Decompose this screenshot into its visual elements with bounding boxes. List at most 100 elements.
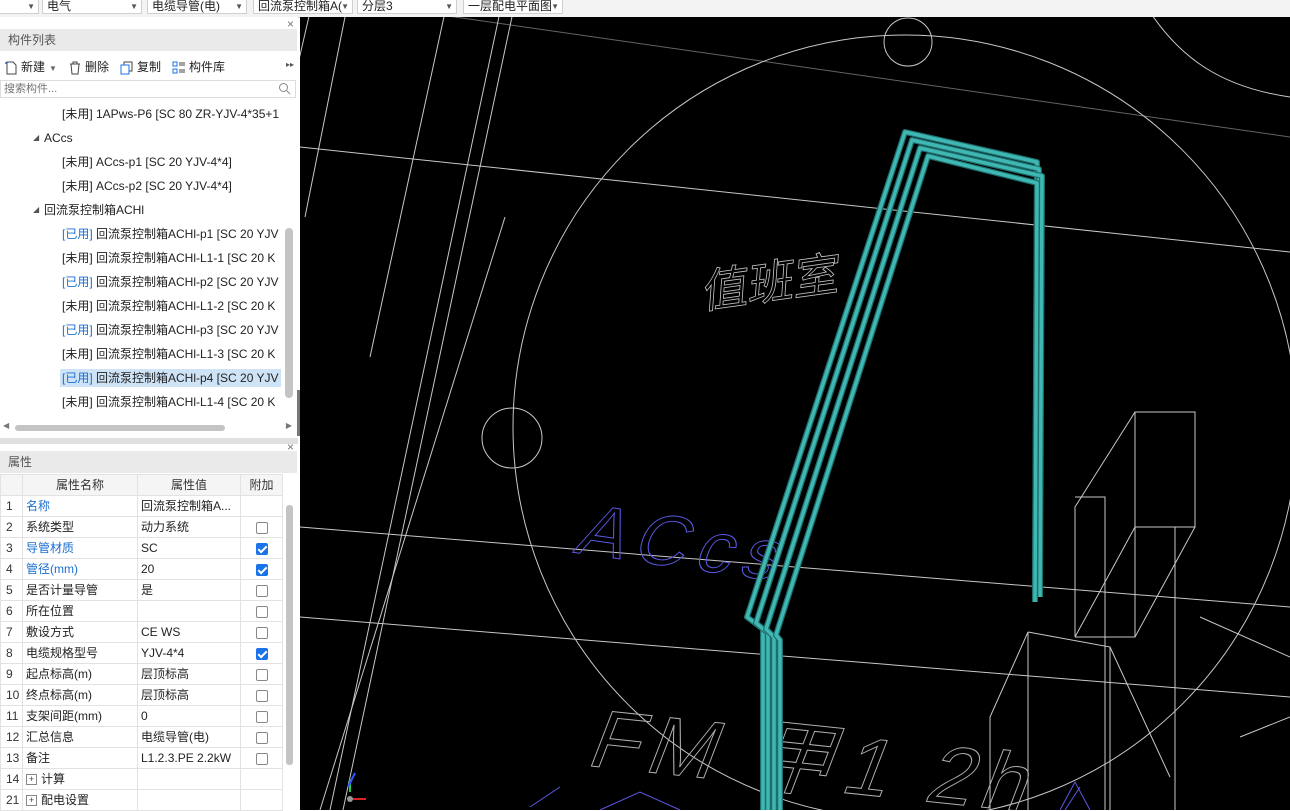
tree-item-selected[interactable]: [已用] 回流泵控制箱ACHl-p4 [SC 20 YJV	[0, 366, 284, 390]
dropdown-layer[interactable]: 分层3 ▼	[357, 0, 457, 14]
tree-item[interactable]: [未用] ACcs-p1 [SC 20 YJV-4*4]	[0, 150, 284, 174]
tree-item[interactable]: [已用] 回流泵控制箱ACHl-p1 [SC 20 YJV	[0, 222, 284, 246]
dropdown-component[interactable]: 回流泵控制箱A(▼	[253, 0, 353, 14]
tree-item[interactable]: [未用] ACcs-p2 [SC 20 YJV-4*4]	[0, 174, 284, 198]
property-value[interactable]: 层顶标高	[137, 684, 241, 706]
search-input[interactable]	[1, 81, 277, 97]
table-row[interactable]: 1 名称 回流泵控制箱A...	[0, 495, 283, 517]
dropdown-component-type[interactable]: 电缆导管(电) ▼	[147, 0, 247, 14]
chevron-down-icon[interactable]: ▼	[49, 64, 57, 73]
table-row[interactable]: 7 敷设方式 CE WS	[0, 621, 283, 643]
delete-button[interactable]: 删除	[68, 58, 109, 76]
tree-group-accs[interactable]: ◢ ACcs	[0, 126, 284, 150]
attach-checkbox[interactable]	[255, 752, 268, 765]
table-row[interactable]: 11 支架间距(mm) 0	[0, 705, 283, 727]
table-row[interactable]: 6 所在位置	[0, 600, 283, 622]
property-value[interactable]: 动力系统	[137, 516, 241, 538]
property-value[interactable]: 电缆导管(电)	[137, 726, 241, 748]
row-number: 11	[0, 705, 23, 727]
row-number: 5	[0, 579, 23, 601]
drawing-canvas[interactable]: 值班室 ACcs FM 甲1 2h	[300, 17, 1290, 810]
row-number: 3	[0, 537, 23, 559]
property-name: 汇总信息	[22, 726, 138, 748]
attach-checkbox[interactable]	[255, 584, 268, 597]
table-row[interactable]: 10 终点标高(m) 层顶标高	[0, 684, 283, 706]
tree-group-achl[interactable]: ◢ 回流泵控制箱ACHl	[0, 198, 284, 222]
attach-checkbox[interactable]	[255, 542, 268, 555]
library-button[interactable]: 构件库	[172, 58, 225, 76]
tree-item[interactable]: [未用] 回流泵控制箱ACHl-L1-4 [SC 20 K	[0, 390, 284, 414]
property-value[interactable]: 20	[137, 558, 241, 580]
property-value[interactable]: 回流泵控制箱A...	[137, 495, 241, 517]
table-row[interactable]: 21 + 配电设置	[0, 789, 283, 811]
property-value	[137, 768, 241, 790]
tree-item[interactable]: [未用] 回流泵控制箱ACHl-L1-3 [SC 20 K	[0, 342, 284, 366]
dropdown-drawing[interactable]: 一层配电平面图 ▼	[463, 0, 563, 14]
chevron-down-icon: ▼	[551, 2, 559, 11]
property-value[interactable]	[137, 600, 241, 622]
conduit-group[interactable]	[744, 129, 1045, 810]
property-value[interactable]: L1.2.3.PE 2.2kW	[137, 747, 241, 769]
tree-item[interactable]: [未用] 回流泵控制箱ACHl-L1-1 [SC 20 K	[0, 246, 284, 270]
property-value[interactable]: SC	[137, 537, 241, 559]
search-icon[interactable]	[278, 82, 291, 95]
dropdown-0[interactable]: ▼	[0, 0, 39, 14]
row-number: 12	[0, 726, 23, 748]
attach-checkbox[interactable]	[255, 689, 268, 702]
panel-splitter[interactable]	[0, 438, 298, 444]
new-button[interactable]: 新建 ▼	[4, 58, 57, 76]
attach-checkbox[interactable]	[255, 731, 268, 744]
more-icon[interactable]: ▸▸	[286, 60, 294, 69]
attach-checkbox[interactable]	[255, 521, 268, 534]
attach-cell	[240, 516, 283, 538]
attach-checkbox[interactable]	[255, 647, 268, 660]
tree-item[interactable]: [未用] 1APws-P6 [SC 80 ZR-YJV-4*35+1	[0, 102, 284, 126]
tree-horizontal-scrollbar[interactable]: ◀ ▶	[0, 421, 296, 435]
property-value[interactable]: 是	[137, 579, 241, 601]
panel-title: 属性	[8, 455, 33, 469]
row-number: 10	[0, 684, 23, 706]
table-row[interactable]: 5 是否计量导管是	[0, 579, 283, 601]
table-row[interactable]: 9 起点标高(m) 层顶标高	[0, 663, 283, 685]
table-row[interactable]: 12 汇总信息 电缆导管(电)	[0, 726, 283, 748]
table-row[interactable]: 2 系统类型 动力系统	[0, 516, 283, 538]
scroll-left-icon[interactable]: ◀	[3, 421, 9, 430]
expand-icon[interactable]: +	[26, 795, 37, 807]
property-value[interactable]: CE WS	[137, 621, 241, 643]
attach-checkbox[interactable]	[255, 563, 268, 576]
attach-checkbox[interactable]	[255, 710, 268, 723]
table-row[interactable]: 13 备注 L1.2.3.PE 2.2kW	[0, 747, 283, 769]
attach-cell	[240, 663, 283, 685]
property-value[interactable]: 层顶标高	[137, 663, 241, 685]
table-row[interactable]: 14 + 计算	[0, 768, 283, 790]
table-row[interactable]: 3 导管材质 SC	[0, 537, 283, 559]
property-name: 导管材质	[22, 537, 138, 559]
attach-cell	[240, 789, 283, 811]
property-name: 电缆规格型号	[22, 642, 138, 664]
scroll-right-icon[interactable]: ▶	[286, 421, 292, 430]
property-name: + 计算	[22, 768, 138, 790]
property-scrollbar[interactable]	[286, 505, 293, 765]
attach-checkbox[interactable]	[255, 668, 268, 681]
caret-down-icon[interactable]: ◢	[33, 126, 39, 150]
attach-cell	[240, 642, 283, 664]
table-row[interactable]: 8 电缆规格型号 YJV-4*4	[0, 642, 283, 664]
tree-item[interactable]: [已用] 回流泵控制箱ACHl-p2 [SC 20 YJV	[0, 270, 284, 294]
library-icon	[172, 61, 185, 74]
dropdown-discipline[interactable]: 电气 ▼	[42, 0, 142, 14]
cad-viewport[interactable]: 值班室 ACcs FM 甲1 2h	[300, 17, 1290, 810]
table-row[interactable]: 4 管径(mm) 20	[0, 558, 283, 580]
property-value[interactable]: YJV-4*4	[137, 642, 241, 664]
expand-icon[interactable]: +	[26, 774, 37, 786]
tree-item[interactable]: [未用] 回流泵控制箱ACHl-L1-2 [SC 20 K	[0, 294, 284, 318]
tree-item[interactable]: [已用] 回流泵控制箱ACHl-p3 [SC 20 YJV	[0, 318, 284, 342]
property-value[interactable]: 0	[137, 705, 241, 727]
row-number: 6	[0, 600, 23, 622]
row-number: 2	[0, 516, 23, 538]
copy-button[interactable]: 复制	[120, 58, 161, 76]
attach-checkbox[interactable]	[255, 605, 268, 618]
caret-down-icon[interactable]: ◢	[33, 198, 39, 222]
attach-checkbox[interactable]	[255, 626, 268, 639]
scrollbar-thumb[interactable]	[15, 425, 225, 431]
tree-vertical-scrollbar[interactable]	[285, 228, 293, 398]
